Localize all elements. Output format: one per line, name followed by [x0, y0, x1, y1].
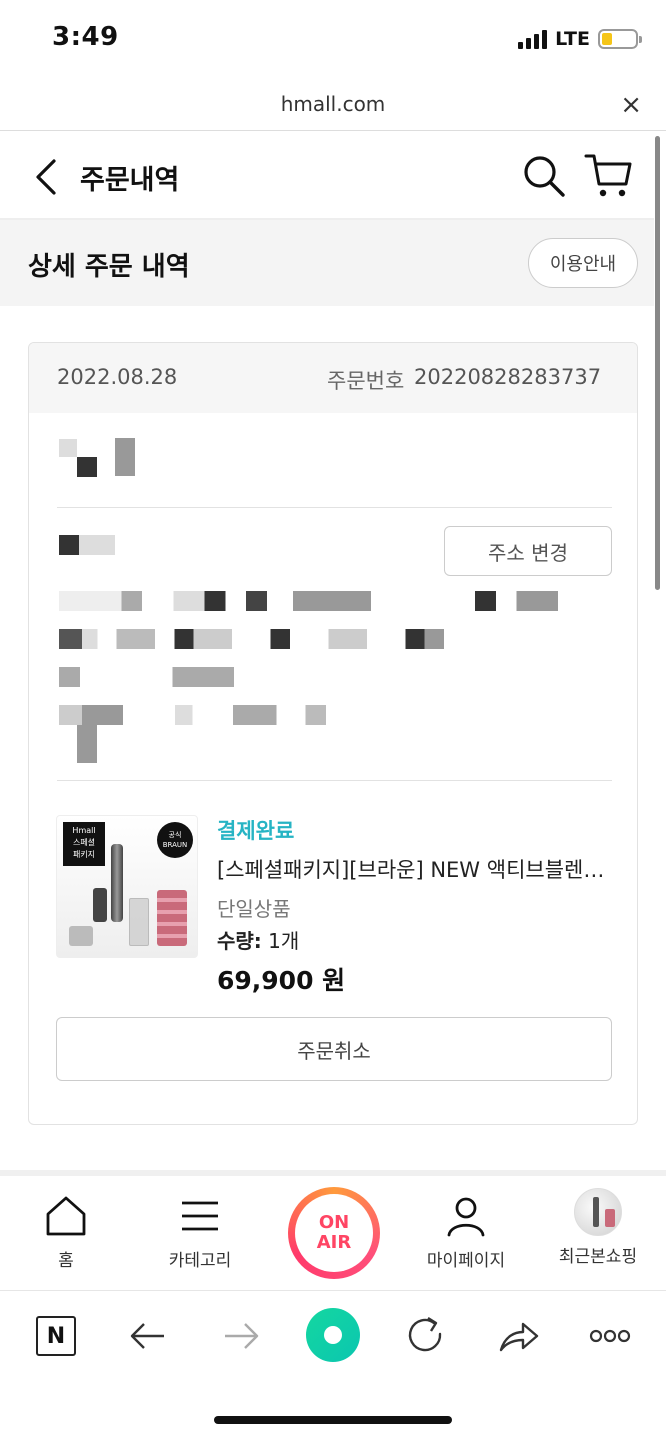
onair-inner: ON AIR — [295, 1194, 373, 1272]
order-number: 20220828283737 — [414, 365, 602, 389]
redacted-name — [115, 438, 135, 476]
green-dot-icon — [324, 1326, 342, 1344]
product-type: 단일상품 — [217, 897, 291, 921]
toolbar-divider — [0, 1290, 666, 1291]
quantity-label: 수량: — [217, 929, 262, 953]
url-divider — [0, 130, 666, 131]
share-icon[interactable] — [497, 1314, 541, 1358]
price: 69,900 원 — [217, 966, 346, 995]
status-indicators: LTE — [518, 28, 642, 50]
status-time: 3:49 — [52, 22, 119, 52]
badge-text: BRAUN — [162, 841, 188, 849]
more-icon[interactable] — [588, 1314, 632, 1358]
green-dot-button[interactable] — [306, 1308, 360, 1362]
product-name[interactable]: [스페셜패키지][브라운] NEW 액티브블렌드 핸드블렌더 — [217, 854, 617, 884]
search-icon[interactable] — [522, 154, 566, 198]
redacted-address — [59, 629, 444, 649]
back-arrow-icon[interactable] — [30, 158, 64, 196]
menu-icon — [182, 1201, 218, 1231]
order-card: 2022.08.28 주문번호 20220828283737 주소 변경 Hma… — [28, 342, 638, 1125]
forward-icon[interactable] — [219, 1314, 263, 1358]
onair-text-top: ON — [318, 1212, 350, 1233]
nav-category[interactable]: 카테고리 — [145, 1194, 255, 1271]
redacted-name — [59, 439, 77, 457]
blender-shape — [93, 888, 107, 922]
card-divider — [57, 780, 612, 781]
scrollbar[interactable] — [655, 136, 660, 590]
badge-text: Hmall — [72, 826, 96, 835]
nav-mypage[interactable]: 마이페이지 — [411, 1194, 521, 1271]
back-icon[interactable] — [126, 1314, 170, 1358]
nav-divider — [0, 1170, 666, 1176]
cart-icon[interactable] — [584, 152, 634, 200]
cancel-order-button[interactable]: 주문취소 — [56, 1017, 612, 1081]
order-status: 결제완료 — [217, 819, 295, 843]
guide-button[interactable]: 이용안내 — [528, 238, 638, 288]
user-icon — [447, 1197, 485, 1237]
redacted-name — [77, 457, 97, 477]
redacted-address — [77, 725, 97, 763]
quantity: 수량: 1개 — [217, 925, 299, 954]
signal-icon — [518, 29, 548, 49]
image-badge-left: Hmall 스페셜 패키지 — [63, 822, 105, 866]
nav-recent[interactable]: 최근본쇼핑 — [543, 1188, 653, 1267]
home-icon — [46, 1196, 86, 1236]
card-divider — [57, 507, 612, 508]
network-type: LTE — [555, 28, 590, 50]
image-badge-right: 공식 BRAUN — [157, 822, 193, 858]
blender-shape — [111, 844, 123, 922]
redacted-phone — [79, 535, 115, 555]
product-image[interactable]: Hmall 스페셜 패키지 공식 BRAUN — [56, 815, 198, 958]
section-title: 상세 주문 내역 — [28, 252, 190, 282]
address-change-button[interactable]: 주소 변경 — [444, 526, 612, 576]
nav-home-label: 홈 — [58, 1251, 74, 1271]
close-icon[interactable]: × — [620, 90, 642, 120]
badge-text: 스페셜 — [72, 838, 96, 847]
onair-text-bottom: AIR — [316, 1232, 352, 1253]
onair-button[interactable]: ON AIR — [288, 1187, 380, 1279]
badge-text: 공식 — [168, 831, 182, 839]
order-date: 2022.08.28 — [57, 365, 178, 389]
battery-icon — [598, 29, 642, 49]
recent-product-thumbnail — [574, 1188, 622, 1236]
redacted-address — [59, 667, 234, 687]
blender-shape — [69, 926, 93, 946]
refresh-icon[interactable] — [404, 1314, 448, 1358]
nav-mypage-label: 마이페이지 — [426, 1251, 506, 1271]
redacted-address — [59, 591, 579, 611]
home-indicator[interactable] — [214, 1416, 452, 1424]
quantity-value: 1개 — [268, 929, 300, 953]
nav-category-label: 카테고리 — [168, 1251, 232, 1271]
badge-text: 패키지 — [72, 850, 96, 859]
blender-shape — [129, 898, 149, 946]
nav-home[interactable]: 홈 — [11, 1194, 121, 1271]
naver-icon: N — [36, 1316, 76, 1356]
nav-recent-label: 최근본쇼핑 — [558, 1247, 638, 1267]
naver-button[interactable]: N — [34, 1314, 78, 1358]
order-number-label: 주문번호 — [327, 369, 405, 393]
redacted-address — [59, 705, 349, 725]
page-title: 주문내역 — [80, 165, 180, 196]
url-text[interactable]: hmall.com — [0, 92, 666, 116]
blender-shape — [157, 890, 187, 946]
redacted-phone — [59, 535, 79, 555]
